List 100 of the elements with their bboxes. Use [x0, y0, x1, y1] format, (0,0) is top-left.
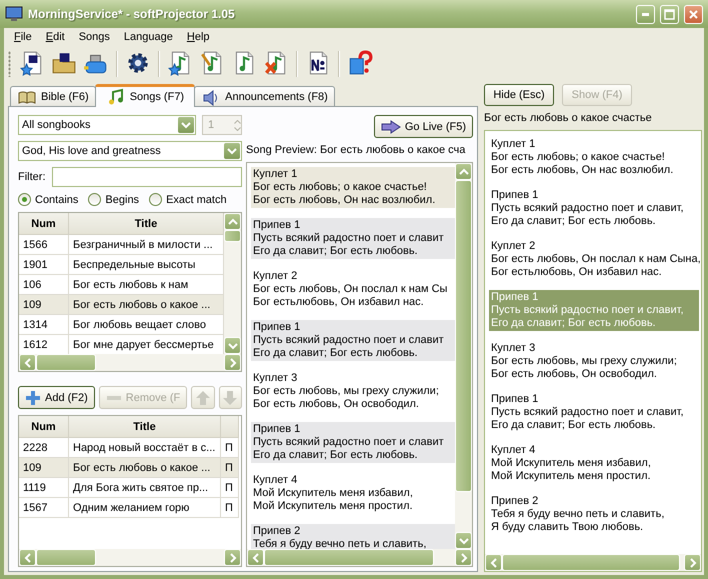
- column-header[interactable]: Title: [69, 213, 224, 235]
- table-cell[interactable]: 1314: [19, 315, 69, 335]
- vertical-scrollbar[interactable]: [455, 163, 472, 549]
- radio-option[interactable]: Begins: [88, 193, 140, 206]
- horizontal-scrollbar[interactable]: [19, 354, 241, 371]
- scrollbar-thumb[interactable]: [36, 549, 96, 566]
- column-header[interactable]: [221, 416, 239, 438]
- scrollbar-thumb[interactable]: [502, 554, 680, 571]
- chevron-icon: [228, 552, 238, 562]
- verse-item[interactable]: Куплет 1 Бог есть любовь; о какое счастье! Бог есть любовь, Он нас возлюбил.: [489, 137, 699, 178]
- help-icon[interactable]: [347, 50, 373, 76]
- maximize-button[interactable]: [660, 4, 679, 24]
- scroll-left-button[interactable]: [247, 549, 264, 566]
- vertical-scrollbar[interactable]: [224, 213, 241, 354]
- preview-title: Song Preview: Бог есть любовь о какое сча: [246, 144, 466, 156]
- table-cell[interactable]: 1901: [19, 255, 69, 275]
- chevron-icon: [22, 358, 32, 368]
- tab[interactable]: Announcements (F8): [194, 86, 335, 106]
- scroll-down-button[interactable]: [455, 532, 472, 549]
- verse-item[interactable]: Припев 2 Тебя я буду вечно петь и славить,: [251, 524, 455, 549]
- column-header[interactable]: Num: [19, 213, 69, 235]
- table-cell[interactable]: Для Бога жить святое пр...: [69, 478, 221, 498]
- verse-item[interactable]: Куплет 1 Бог есть любовь; о какое счастье! Бог есть любовь, Он нас возлюбил.: [251, 167, 455, 208]
- radio-icon[interactable]: [88, 193, 102, 206]
- table-cell[interactable]: П: [221, 478, 239, 498]
- minimize-icon: [642, 12, 649, 16]
- chevron-icon: [22, 552, 32, 562]
- table-cell[interactable]: 109: [19, 458, 69, 478]
- radio-option[interactable]: Contains: [18, 193, 78, 206]
- tab[interactable]: Bible (F6): [10, 86, 96, 106]
- scroll-down-button[interactable]: [224, 337, 241, 354]
- verse-item[interactable]: Припев 1 Пусть всякий радостно поет и славит, Его да славит; Бог есть любовь.: [489, 188, 699, 229]
- verse-item[interactable]: Припев 2 Тебя я буду вечно петь и славить, Я буду славить Твою любовь.: [489, 494, 699, 535]
- scrollbar-thumb[interactable]: [455, 180, 472, 492]
- scroll-up-button[interactable]: [455, 163, 472, 180]
- verse-item[interactable]: Куплет 3 Бог есть любовь, мы греху служили; Бог есть любовь, Он освободил.: [489, 341, 699, 382]
- verse-item[interactable]: Припев 1 Пусть всякий радостно поет и славит Его да славит; Бог есть любовь.: [251, 218, 455, 259]
- chevron-icon: [488, 558, 498, 568]
- filter-field[interactable]: [52, 167, 242, 187]
- songbook-dropdown[interactable]: All songbooks: [18, 115, 196, 135]
- live-song-title: Бог есть любовь о какое счастье: [484, 112, 653, 124]
- verse-item[interactable]: Припев 1 Пусть всякий радостно поет и славит, Его да славит; Бог есть любовь.: [489, 392, 699, 433]
- scroll-left-button[interactable]: [485, 554, 502, 571]
- menu-item[interactable]: Songs: [72, 31, 117, 43]
- hide-button[interactable]: Hide (Esc): [484, 84, 554, 106]
- table-cell[interactable]: 1119: [19, 478, 69, 498]
- scroll-left-button[interactable]: [19, 549, 36, 566]
- table-cell[interactable]: П: [221, 458, 239, 478]
- chevron-icon: [688, 558, 698, 568]
- plus-icon: [25, 390, 41, 406]
- tab[interactable]: Songs (F7): [94, 84, 196, 107]
- close-button[interactable]: [684, 4, 703, 24]
- verse-item[interactable]: Припев 1 Пусть всякий радостно поет и славит Его да славит; Бог есть любовь.: [251, 422, 455, 463]
- scrollbar-thumb[interactable]: [224, 230, 241, 242]
- scroll-right-button[interactable]: [224, 549, 241, 566]
- chevron-icon: [228, 216, 238, 226]
- scroll-right-button[interactable]: [455, 549, 472, 566]
- table-cell[interactable]: 109: [19, 295, 69, 315]
- column-header[interactable]: Num: [19, 416, 69, 438]
- maximize-icon: [664, 8, 675, 20]
- table-cell[interactable]: 1567: [19, 498, 69, 518]
- scroll-right-button[interactable]: [224, 354, 241, 371]
- window-title: MorningService* - softProjector 1.05: [28, 7, 236, 21]
- minimize-button[interactable]: [636, 4, 655, 24]
- close-icon: [688, 8, 699, 20]
- horizontal-scrollbar[interactable]: [247, 549, 472, 566]
- scrollbar-thumb[interactable]: [264, 549, 434, 566]
- table-cell[interactable]: Одним желанием горю: [69, 498, 221, 518]
- table-cell[interactable]: 1566: [19, 235, 69, 255]
- filter-label: Filter:: [18, 171, 46, 183]
- arrow-down-icon: [222, 390, 238, 406]
- radio-icon[interactable]: [149, 193, 162, 206]
- arrow-up-icon: [194, 390, 211, 406]
- table-cell[interactable]: П: [221, 498, 239, 518]
- radio-option[interactable]: Exact match: [149, 193, 227, 206]
- table-cell[interactable]: Бог есть любовь о какое ...: [69, 295, 224, 315]
- radio-icon[interactable]: [18, 193, 31, 206]
- table-cell[interactable]: Бог есть любовь о какое ...: [69, 458, 221, 478]
- go-live-button[interactable]: Go Live (F5): [374, 115, 473, 138]
- verse-item[interactable]: Куплет 2 Бог есть любовь, Он послал к нам Сына, Бог естьлюбовь, Он избавил нас.: [489, 239, 703, 280]
- horizontal-scrollbar[interactable]: [485, 554, 701, 571]
- menu-item[interactable]: Help: [180, 31, 217, 43]
- verse-item[interactable]: Куплет 4 Мой Искупитель меня избавил, Мой Искупитель меня простил.: [489, 443, 699, 484]
- chevron-icon: [458, 166, 468, 176]
- horizontal-scrollbar[interactable]: [19, 549, 241, 566]
- scroll-up-button[interactable]: [224, 213, 241, 230]
- menu-item[interactable]: Language: [116, 31, 180, 43]
- chevron-icon: [250, 552, 260, 562]
- arrow-right-icon: [380, 120, 401, 134]
- category-dropdown[interactable]: God, His love and greatness: [18, 141, 242, 161]
- verse-item[interactable]: Припев 1 Пусть всякий радостно поет и славит Его да славит; Бог есть любовь.: [251, 320, 455, 361]
- add-button[interactable]: Add (F2): [18, 386, 95, 409]
- scrollbar-thumb[interactable]: [36, 354, 96, 371]
- monitor-icon: [5, 6, 23, 22]
- scroll-left-button[interactable]: [19, 354, 36, 371]
- column-header[interactable]: Title: [69, 416, 221, 438]
- minus-icon: [106, 394, 122, 400]
- menu-item[interactable]: Edit: [38, 31, 72, 43]
- scroll-right-button[interactable]: [684, 554, 701, 571]
- menu-item[interactable]: File: [7, 31, 39, 43]
